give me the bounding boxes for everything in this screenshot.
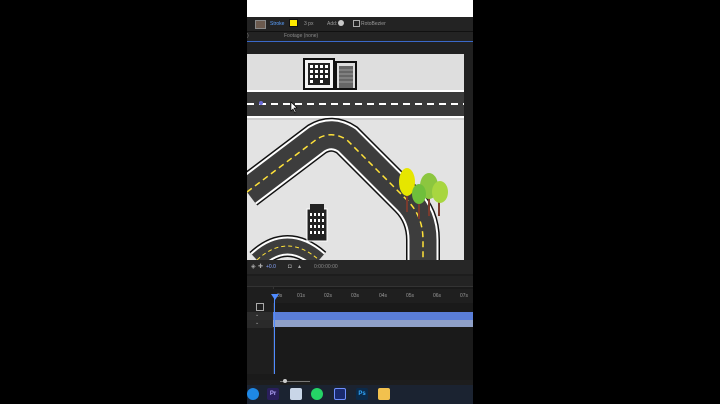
expand-arrow-icon[interactable]: ⌄ (255, 320, 259, 326)
premiere-icon[interactable]: Pr (267, 388, 279, 400)
file-explorer-icon[interactable] (378, 388, 390, 400)
timeline-panel: ⌄ ⌄ 0s 01s 02s 03s 04s 05s 06s 07s (247, 276, 473, 383)
ruler-tick: 05s (406, 293, 415, 299)
windows-taskbar: Pr Ps (247, 385, 473, 404)
stroke-width-value[interactable]: 3 px (304, 21, 313, 27)
current-timecode[interactable]: 0:00:00:00 (314, 264, 338, 270)
road-marker (259, 101, 263, 105)
add-label: Add: (327, 21, 338, 27)
layer-bar[interactable] (273, 320, 473, 327)
garage-building-icon (335, 61, 357, 90)
snapshot-icon[interactable]: ◘ (288, 264, 294, 270)
layer-bar[interactable] (273, 312, 473, 320)
top-bar (247, 0, 473, 17)
file-icon[interactable] (290, 388, 302, 400)
layer-row[interactable]: ⌄ (247, 312, 273, 320)
ruler-tick: 06s (433, 293, 442, 299)
timeline-zoom-bar (247, 374, 473, 383)
composition-viewer[interactable] (247, 42, 473, 260)
exposure-value[interactable]: +0.0 (266, 264, 276, 270)
scene-graphic (247, 54, 464, 260)
fill-color-swatch[interactable] (255, 20, 266, 29)
panel-tabs: ) Footage (none) (247, 32, 473, 41)
timeline-header (247, 276, 473, 287)
tower-building-icon (306, 204, 328, 242)
stroke-color-swatch[interactable] (289, 19, 298, 27)
rotobezier-label: RotoBezier (361, 21, 386, 27)
zoom-slider-knob[interactable] (283, 379, 287, 383)
ruler-tick: 07s (460, 293, 469, 299)
playhead-handle[interactable] (271, 294, 279, 300)
building-icon (303, 58, 335, 90)
ruler-tick: 01s (297, 293, 306, 299)
time-ruler[interactable]: 0s 01s 02s 03s 04s 05s 06s 07s (273, 289, 473, 303)
grid-icon[interactable]: ✚ (258, 264, 264, 270)
add-icon[interactable] (338, 20, 344, 26)
layer-row[interactable]: ⌄ (247, 320, 273, 328)
ruler-tick: 04s (379, 293, 388, 299)
ruler-tick: 03s (351, 293, 360, 299)
tab-footage[interactable]: Footage (none) (284, 33, 318, 39)
expand-arrow-icon[interactable]: ⌄ (255, 312, 259, 318)
composition-canvas[interactable] (247, 54, 464, 260)
always-preview-icon[interactable]: ◈ (251, 264, 257, 270)
layer-panel: ⌄ ⌄ (247, 287, 274, 380)
viewer-controls: ◈ ✚ +0.0 ◘ ▴ 0:00:00:00 (247, 260, 473, 274)
edge-icon[interactable] (247, 388, 259, 400)
stroke-label[interactable]: Stroke (270, 21, 284, 27)
tab-composition[interactable]: ) (247, 33, 249, 39)
toolbar: Stroke 3 px Add: RotoBezier (247, 17, 473, 32)
whatsapp-icon[interactable] (311, 388, 323, 400)
timeline-navigator-icon[interactable] (256, 303, 264, 311)
after-effects-window: Stroke 3 px Add: RotoBezier ) Footage (n… (247, 0, 473, 404)
photoshop-icon[interactable]: Ps (356, 388, 368, 400)
rotobezier-checkbox[interactable] (353, 20, 360, 27)
media-encoder-icon[interactable] (334, 388, 346, 400)
playhead-line[interactable] (274, 295, 275, 376)
ruler-tick: 02s (324, 293, 333, 299)
show-channel-icon[interactable]: ▴ (298, 264, 304, 270)
